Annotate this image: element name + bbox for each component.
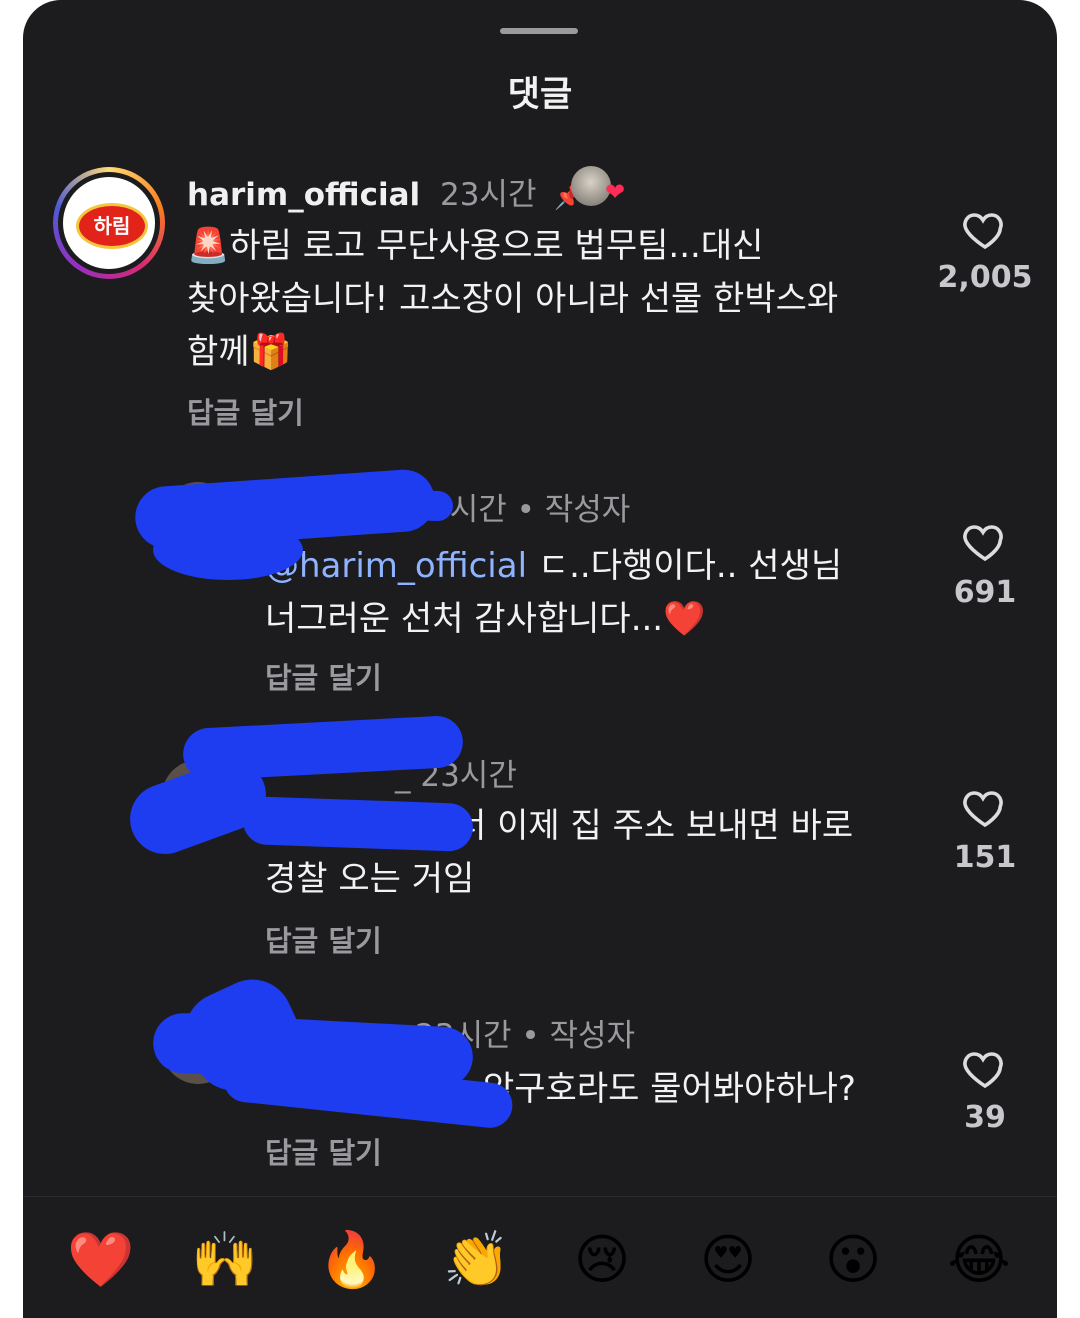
redaction-mark <box>242 796 474 852</box>
avatar[interactable]: 하림 <box>53 167 165 279</box>
comment-text: 🚨하림 로고 무단사용으로 법무팀...대신 찾아왔습니다! 고소장이 아니라 … <box>187 220 838 379</box>
heart-eyes-emoji-button[interactable]: 😍 <box>693 1225 763 1295</box>
like-icon[interactable] <box>961 1044 1009 1092</box>
like-count: 151 <box>953 840 1017 875</box>
comment-line: 함께🎁 <box>187 332 292 372</box>
comment-line: 너그러운 선처 감사합니다...❤️ <box>265 599 706 639</box>
username[interactable]: harim_official <box>187 177 420 213</box>
redaction-mark <box>153 520 303 580</box>
like-count: 691 <box>953 575 1017 610</box>
comment-text: @harim_official ㄷ..다행이다.. 선생님 너그러운 선처 감사… <box>265 540 842 646</box>
comments-sheet: 댓글 하림 harim_official 23시간 📌 ❤ 🚨하림 로고 무단사… <box>23 0 1057 1318</box>
comment-line: 찾아왔습니다! 고소장이 아니라 선물 한박스와 <box>187 279 839 319</box>
like-count: 39 <box>964 1100 1006 1135</box>
avatar-badge: 하림 <box>76 203 148 249</box>
raised-hands-emoji-button[interactable]: 🙌 <box>190 1225 260 1295</box>
comment-text: 암구호라도 물어봐야하나? <box>483 1063 856 1116</box>
comment-header: harim_official 23시간 📌 <box>187 169 584 214</box>
reply-button[interactable]: 답글 달기 <box>265 918 382 960</box>
mention-link[interactable]: @harim_official <box>265 546 527 586</box>
comment-line: 🚨하림 로고 무단사용으로 법무팀...대신 <box>187 226 764 266</box>
comment-line: ㄷ..다행이다.. 선생님 <box>527 546 843 586</box>
laughing-emoji-button[interactable]: 😂 <box>944 1225 1014 1295</box>
timestamp: 23시간 <box>439 177 537 213</box>
like-icon[interactable] <box>961 205 1009 253</box>
emoji-reaction-bar: ❤️ 🙌 🔥 👏 😢 😍 😮 😂 <box>23 1196 1057 1318</box>
fire-emoji-button[interactable]: 🔥 <box>317 1225 387 1295</box>
sheet-drag-handle[interactable] <box>500 28 578 34</box>
crying-emoji-button[interactable]: 😢 <box>567 1225 637 1295</box>
reply-button[interactable]: 답글 달기 <box>187 390 304 432</box>
heart-icon: ❤ <box>605 178 626 206</box>
comment-header: 3시간 • 작성자 <box>430 484 630 529</box>
comment-line: 암구호라도 물어봐야하나? <box>483 1069 856 1109</box>
sheet-title: 댓글 <box>507 75 573 115</box>
surprised-emoji-button[interactable]: 😮 <box>818 1225 888 1295</box>
like-count: 2,005 <box>937 260 1033 295</box>
timestamp: 3시간 • 작성자 <box>430 492 631 528</box>
like-icon[interactable] <box>961 783 1009 831</box>
reply-button[interactable]: 답글 달기 <box>265 655 382 697</box>
clapping-emoji-button[interactable]: 👏 <box>442 1225 512 1295</box>
reply-button[interactable]: 답글 달기 <box>265 1130 382 1172</box>
like-icon[interactable] <box>961 517 1009 565</box>
heart-emoji-button[interactable]: ❤️ <box>66 1225 136 1295</box>
comment-line: 경찰 오는 거임 <box>265 859 475 899</box>
